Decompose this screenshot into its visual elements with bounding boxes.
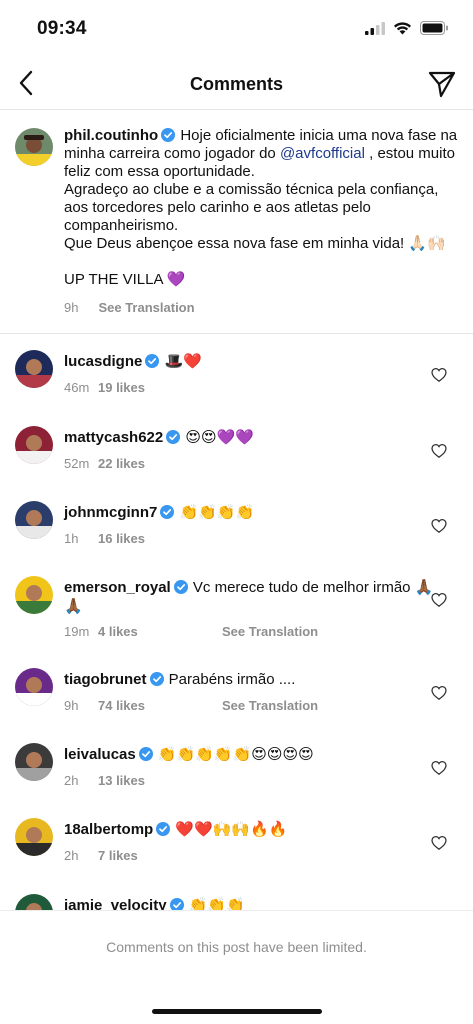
comment-time: 1h xyxy=(64,531,79,546)
heart-outline-icon[interactable] xyxy=(431,835,447,851)
heart-outline-icon[interactable] xyxy=(431,592,447,608)
post-caption: phil.coutinho Hoje oficialmente inicia u… xyxy=(0,110,473,334)
heart-outline-icon[interactable] xyxy=(431,367,447,383)
comment-time: 46m xyxy=(64,380,90,395)
caption-username[interactable]: phil.coutinho xyxy=(64,127,158,144)
verified-badge-icon xyxy=(160,505,175,519)
comment-time: 52m xyxy=(64,456,90,471)
comment-likes[interactable]: 4 likes xyxy=(98,624,138,639)
comment-row: emerson_royal Vc merece tudo de melhor i… xyxy=(0,576,473,651)
comment-username[interactable]: mattycash622 xyxy=(64,429,163,446)
navigation-bar: Comments xyxy=(0,58,473,110)
comment-body: 👏👏👏👏👏😍😍😍😍 xyxy=(157,746,314,763)
comment-likes[interactable]: 7 likes xyxy=(98,848,138,863)
comment-likes[interactable]: 13 likes xyxy=(98,773,145,788)
avatar[interactable] xyxy=(15,576,53,614)
caption-paragraph-2: Agradeço ao clube e a comissão técnica p… xyxy=(64,181,439,234)
comment-time: 2h xyxy=(64,773,79,788)
comment-time: 19m xyxy=(64,624,90,639)
comments-footer: Comments on this post have been limited. xyxy=(0,910,473,1024)
comment-username[interactable]: lucasdigne xyxy=(64,353,142,370)
cellular-signal-icon xyxy=(365,21,385,35)
comment-row: tiagobrunet Parabéns irmão .... 9h 74 like… xyxy=(0,668,473,743)
comment-likes[interactable]: 19 likes xyxy=(98,380,145,395)
verified-badge-icon xyxy=(149,672,164,686)
avatar[interactable] xyxy=(15,350,53,388)
wifi-icon xyxy=(394,22,411,35)
verified-badge-icon xyxy=(156,822,171,836)
comment-username[interactable]: johnmcginn7 xyxy=(64,504,157,521)
avatar[interactable] xyxy=(15,501,53,539)
comment-see-translation[interactable]: See Translation xyxy=(222,698,318,713)
mention-link[interactable]: @avfcofficial xyxy=(280,145,365,162)
comment-body: 😍😍💜💜 xyxy=(185,429,255,446)
caption-time: 9h xyxy=(64,300,79,315)
comment-text: emerson_royal Vc merece tudo de melhor i… xyxy=(64,578,434,616)
verified-badge-icon xyxy=(145,354,160,368)
comment-see-translation[interactable]: See Translation xyxy=(222,624,318,639)
comment-username[interactable]: 18albertomp xyxy=(64,821,153,838)
comment-username[interactable]: tiagobrunet xyxy=(64,671,147,688)
comment-row: 18albertomp ❤️❤️🙌🙌🔥🔥 2h 7 likes xyxy=(0,818,473,893)
comment-text: johnmcginn7 👏👏👏👏 xyxy=(64,503,434,522)
comment-username[interactable]: emerson_royal xyxy=(64,579,171,596)
avatar[interactable] xyxy=(15,668,53,706)
avatar[interactable] xyxy=(15,426,53,464)
caption-text: phil.coutinho Hoje oficialmente inicia u… xyxy=(64,127,464,289)
comment-row: mattycash622 😍😍💜💜 52m 22 likes xyxy=(0,426,473,501)
page-title: Comments xyxy=(189,74,283,94)
comment-body: 👏👏👏👏 xyxy=(179,504,255,521)
comment-row: lucasdigne 🎩❤️ 46m 19 likes xyxy=(0,350,473,425)
comment-body: 🎩❤️ xyxy=(164,353,202,370)
caption-paragraph-3: Que Deus abençoe essa nova fase em minha… xyxy=(64,235,446,252)
comment-username[interactable]: leivalucas xyxy=(64,746,136,763)
comment-time: 2h xyxy=(64,848,79,863)
comment-body: Parabéns irmão .... xyxy=(168,671,296,688)
comment-body: ❤️❤️🙌🙌🔥🔥 xyxy=(175,821,288,838)
caption-meta: 9h See Translation xyxy=(64,300,195,315)
comment-text: 18albertomp ❤️❤️🙌🙌🔥🔥 xyxy=(64,820,434,839)
caption-paragraph-4: UP THE VILLA 💜 xyxy=(64,271,186,288)
heart-outline-icon[interactable] xyxy=(431,760,447,776)
paper-plane-icon[interactable] xyxy=(427,69,457,99)
home-indicator[interactable] xyxy=(152,1009,322,1014)
status-bar: 09:34 xyxy=(0,0,473,58)
avatar[interactable] xyxy=(15,818,53,856)
avatar[interactable] xyxy=(15,128,53,166)
comment-row: leivalucas 👏👏👏👏👏😍😍😍😍 2h 13 likes xyxy=(0,743,473,818)
comment-text: mattycash622 😍😍💜💜 xyxy=(64,428,434,447)
avatar[interactable] xyxy=(15,743,53,781)
verified-badge-icon xyxy=(138,747,153,761)
heart-outline-icon[interactable] xyxy=(431,685,447,701)
status-time: 09:34 xyxy=(37,18,87,39)
verified-badge-icon xyxy=(173,580,188,594)
comment-text: leivalucas 👏👏👏👏👏😍😍😍😍 xyxy=(64,745,434,764)
verified-badge-icon xyxy=(161,128,176,142)
verified-badge-icon xyxy=(166,430,181,444)
comment-row: johnmcginn7 👏👏👏👏 1h 16 likes xyxy=(0,501,473,576)
heart-outline-icon[interactable] xyxy=(431,443,447,459)
see-translation-link[interactable]: See Translation xyxy=(98,300,194,315)
comment-likes[interactable]: 22 likes xyxy=(98,456,145,471)
heart-outline-icon[interactable] xyxy=(431,518,447,534)
status-icons xyxy=(365,21,449,35)
comment-likes[interactable]: 74 likes xyxy=(98,698,145,713)
battery-icon xyxy=(420,21,448,35)
comments-limited-note: Comments on this post have been limited. xyxy=(106,939,367,955)
comment-time: 9h xyxy=(64,698,79,713)
comment-likes[interactable]: 16 likes xyxy=(98,531,145,546)
comment-text: tiagobrunet Parabéns irmão .... xyxy=(64,670,434,689)
comment-text: lucasdigne 🎩❤️ xyxy=(64,352,434,371)
